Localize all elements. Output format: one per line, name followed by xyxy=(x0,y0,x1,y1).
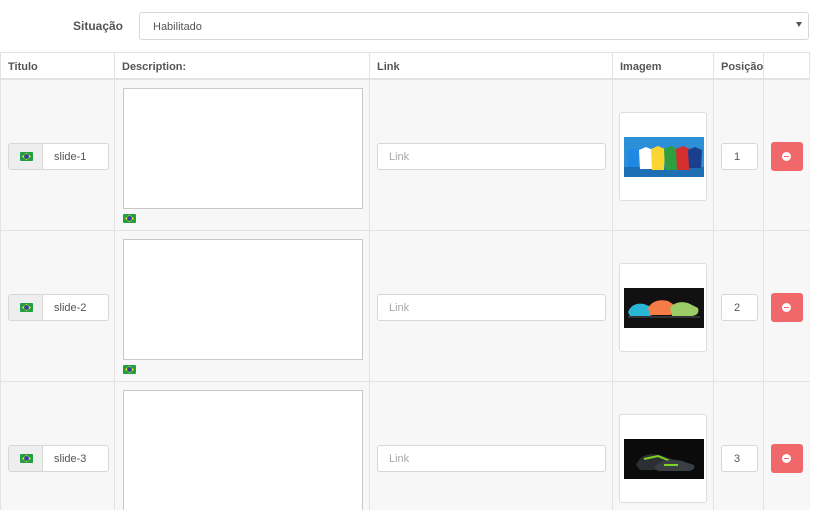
status-row: Situação Habilitado xyxy=(0,0,825,52)
column-header-link: Link xyxy=(370,53,613,80)
column-header-title: Titulo xyxy=(1,53,115,80)
caret-down-icon xyxy=(796,22,802,27)
link-input[interactable] xyxy=(378,144,605,169)
table-row: slide-3 3 xyxy=(1,382,810,510)
brazil-flag-icon xyxy=(20,454,33,463)
position-input[interactable]: 3 xyxy=(721,445,758,472)
minus-circle-icon xyxy=(782,152,791,161)
image-thumbnail[interactable] xyxy=(619,414,707,503)
brazil-flag-icon xyxy=(20,152,33,161)
status-label: Situação xyxy=(73,19,124,33)
status-select-value: Habilitado xyxy=(153,21,202,33)
language-addon xyxy=(9,144,43,169)
title-input-group[interactable]: slide-2 xyxy=(8,294,109,321)
link-field[interactable] xyxy=(377,143,606,170)
language-addon xyxy=(9,295,43,320)
column-header-description: Description: xyxy=(115,53,370,80)
description-textarea[interactable] xyxy=(123,390,363,510)
remove-slide-button[interactable] xyxy=(771,142,803,171)
column-header-image: Imagem xyxy=(613,53,714,80)
brazil-flag-icon xyxy=(123,214,136,223)
link-input[interactable] xyxy=(378,446,605,471)
column-header-position: Posição xyxy=(714,53,764,80)
football-boots-image xyxy=(624,288,704,328)
position-input[interactable]: 2 xyxy=(721,294,758,321)
slides-table: Titulo Description: Link Imagem Posição … xyxy=(0,52,810,510)
language-addon xyxy=(9,446,43,471)
description-textarea[interactable] xyxy=(123,88,363,209)
football-shirts-image xyxy=(624,137,704,177)
link-field[interactable] xyxy=(377,445,606,472)
column-header-actions xyxy=(764,53,810,80)
position-input[interactable]: 1 xyxy=(721,143,758,170)
football-boot-dark-image xyxy=(624,439,704,479)
title-input[interactable]: slide-1 xyxy=(54,151,86,163)
table-row: slide-1 1 xyxy=(1,80,810,231)
minus-circle-icon xyxy=(782,303,791,312)
title-input[interactable]: slide-3 xyxy=(54,453,86,465)
title-input-group[interactable]: slide-1 xyxy=(8,143,109,170)
remove-slide-button[interactable] xyxy=(771,293,803,322)
table-row: slide-2 2 xyxy=(1,231,810,382)
brazil-flag-icon xyxy=(123,365,136,374)
title-input[interactable]: slide-2 xyxy=(54,302,86,314)
description-textarea[interactable] xyxy=(123,239,363,360)
link-input[interactable] xyxy=(378,295,605,320)
remove-slide-button[interactable] xyxy=(771,444,803,473)
brazil-flag-icon xyxy=(20,303,33,312)
image-thumbnail[interactable] xyxy=(619,263,707,352)
status-select[interactable]: Habilitado xyxy=(139,12,809,40)
title-input-group[interactable]: slide-3 xyxy=(8,445,109,472)
image-thumbnail[interactable] xyxy=(619,112,707,201)
minus-circle-icon xyxy=(782,454,791,463)
link-field[interactable] xyxy=(377,294,606,321)
